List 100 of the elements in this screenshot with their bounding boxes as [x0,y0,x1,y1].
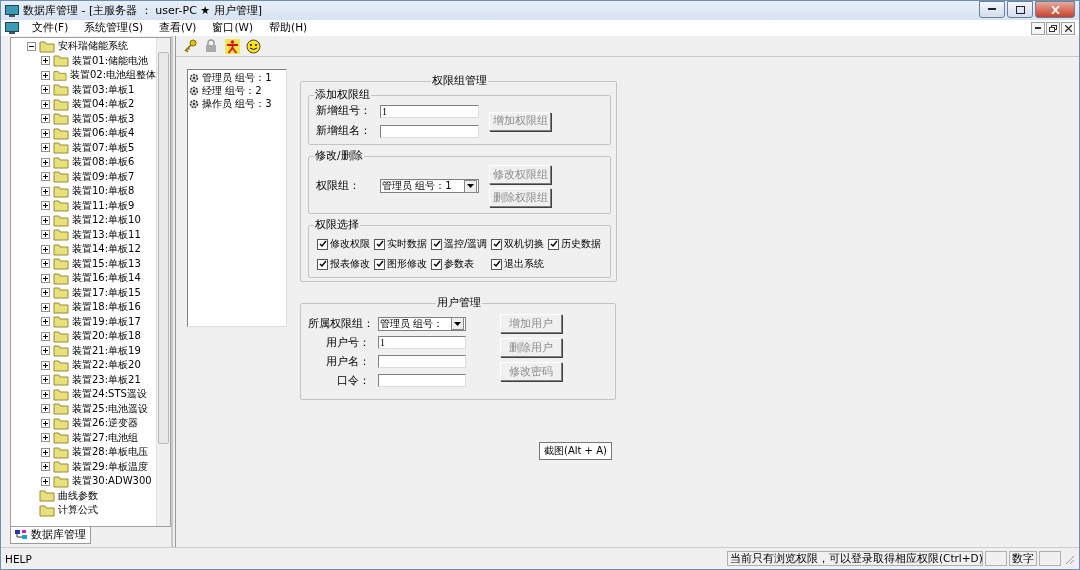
list-item[interactable]: 操作员 组号：3 [202,96,272,111]
close-button[interactable] [1061,21,1075,35]
expand-icon[interactable] [41,476,50,486]
checkbox[interactable] [431,258,442,270]
folder-icon [53,112,69,126]
expand-icon[interactable] [41,244,50,254]
tree-item[interactable]: 装置04:单板2 [72,97,135,112]
tree-item[interactable]: 装置01:储能电池 [72,53,149,68]
tree-item[interactable]: 装置16:单板14 [72,271,141,286]
checkbox[interactable] [491,258,503,270]
tree-item[interactable]: 装置06:单板4 [72,126,135,141]
tree-item[interactable]: 装置05:单板3 [72,111,135,126]
expand-icon[interactable] [41,70,50,80]
expand-icon[interactable] [41,114,50,124]
checkbox[interactable] [374,258,385,270]
tree-item[interactable]: 装置30:ADW300 [72,474,152,489]
tree-item[interactable]: 装置07:单板5 [72,140,135,155]
tree-item[interactable]: 装置02:电池组整体 [69,68,156,83]
expand-icon[interactable] [41,273,50,283]
expand-icon[interactable] [41,346,50,356]
expand-icon[interactable] [41,230,50,240]
tree-item[interactable]: 装置28:单板电压 [72,445,149,460]
menu-item[interactable]: 查看(V) [156,21,200,35]
tree-item[interactable]: 装置14:单板12 [72,242,141,257]
tree-item[interactable]: 装置24:STS遥设 [72,387,147,402]
expand-icon[interactable] [41,56,50,66]
expand-icon[interactable] [41,172,50,182]
expand-icon[interactable] [41,375,50,385]
expand-icon[interactable] [41,360,50,370]
group-dropdown[interactable]: 管理员 组号：1 [380,179,479,193]
expand-icon[interactable] [41,215,50,225]
expand-icon[interactable] [41,462,50,472]
input-field[interactable]: 1 [380,104,479,118]
expand-icon[interactable] [41,302,50,312]
tree-item[interactable]: 安科瑞储能系统 [58,39,128,54]
expand-icon[interactable] [41,288,50,298]
tree-item[interactable]: 装置09:单板7 [72,169,135,184]
list-item[interactable]: 经理 组号：2 [202,83,262,98]
expand-icon[interactable] [41,128,50,138]
menu-item[interactable]: 窗口(W) [209,21,257,35]
expand-icon[interactable] [41,389,50,399]
expand-icon[interactable] [41,447,50,457]
expand-icon[interactable] [41,433,50,443]
tree-item[interactable]: 装置29:单板温度 [72,459,149,474]
expand-icon[interactable] [41,157,50,167]
checkbox[interactable] [491,238,503,250]
tree-item[interactable]: 装置08:单板6 [72,155,135,170]
panel-tab[interactable]: 数据库管理 [10,527,91,544]
restore-button[interactable] [1046,21,1060,35]
checkbox[interactable] [317,258,328,270]
running-figure-icon[interactable] [224,38,240,54]
expand-icon[interactable] [41,259,50,269]
input-field[interactable] [380,124,479,138]
smiley-icon[interactable] [245,38,261,54]
expand-icon[interactable] [41,85,50,95]
expand-icon[interactable] [41,99,50,109]
collapse-icon[interactable] [27,41,36,51]
tree-item[interactable]: 装置27:电池组 [72,430,139,445]
checkbox[interactable] [374,238,385,250]
menu-item[interactable]: 帮助(H) [266,21,311,35]
scrollbar[interactable] [156,38,170,526]
input-field[interactable] [378,355,466,368]
tree-item[interactable]: 装置10:单板8 [72,184,135,199]
expand-icon[interactable] [41,317,50,327]
expand-icon[interactable] [41,186,50,196]
expand-icon[interactable] [41,143,50,153]
checkbox[interactable] [431,238,442,250]
folder-icon [53,416,69,430]
tree-item[interactable]: 装置21:单板19 [72,343,141,358]
tree-item[interactable]: 装置17:单板15 [72,285,141,300]
maximize-button[interactable] [1007,1,1033,18]
input-field[interactable] [378,374,466,387]
expand-icon[interactable] [41,331,50,341]
tree-item[interactable]: 装置20:单板18 [72,329,141,344]
tree-item[interactable]: 装置22:单板20 [72,358,141,373]
tree-item[interactable]: 装置11:单板9 [72,198,135,213]
key-icon[interactable] [182,38,198,54]
checkbox[interactable] [317,238,328,250]
menu-item[interactable]: 系统管理(S) [81,21,147,35]
expand-icon[interactable] [41,404,50,414]
expand-icon[interactable] [41,201,50,211]
tree-item[interactable]: 计算公式 [58,503,98,518]
tree-item[interactable]: 装置12:单板10 [72,213,141,228]
tree-item[interactable]: 装置18:单板16 [72,300,141,315]
tree-item[interactable]: 装置23:单板21 [72,372,141,387]
input-field[interactable]: 1 [378,336,466,349]
tree-item[interactable]: 装置13:单板11 [72,227,141,242]
checkbox[interactable] [548,238,560,250]
tree-item[interactable]: 装置19:单板17 [72,314,141,329]
tree-item[interactable]: 装置15:单板13 [72,256,141,271]
menu-item[interactable]: 文件(F) [29,21,72,35]
minimize-button[interactable] [1031,21,1045,35]
tree-item[interactable]: 曲线参数 [58,488,98,503]
tree-item[interactable]: 装置26:逆变器 [72,416,139,431]
group-dropdown[interactable]: 管理员 组号： [378,316,466,331]
expand-icon[interactable] [41,418,50,428]
tree-item[interactable]: 装置03:单板1 [72,82,135,97]
minimize-button[interactable] [979,1,1005,18]
tree-item[interactable]: 装置25:电池遥设 [72,401,149,416]
list-item[interactable]: 管理员 组号：1 [202,70,272,85]
